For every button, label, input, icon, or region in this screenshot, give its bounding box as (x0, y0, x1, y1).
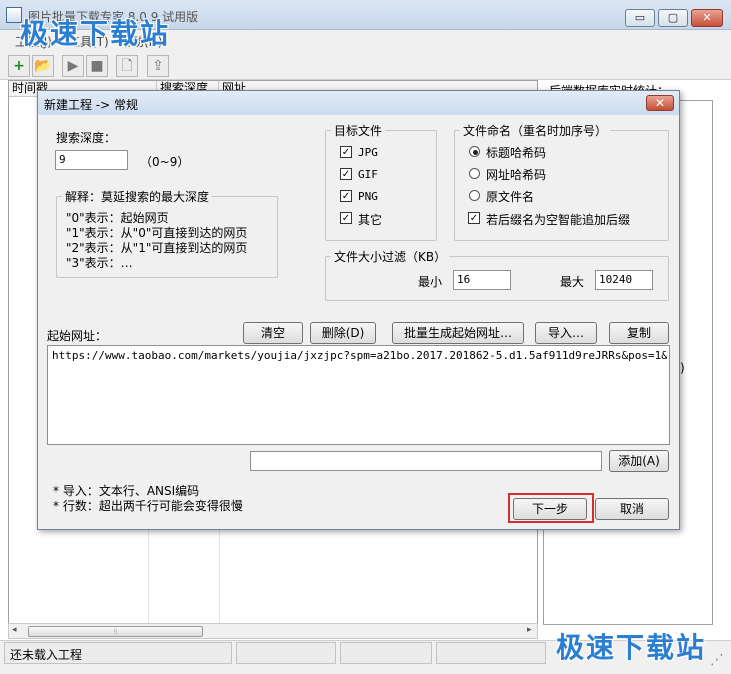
explain-title: 解释：莫延搜索的最大深度 (62, 188, 213, 205)
naming-option-label: 标题哈希码 (486, 146, 547, 160)
status-text: 还未载入工程 (10, 648, 83, 662)
naming-original-radio[interactable] (469, 190, 480, 201)
import-button[interactable]: 导入… (535, 322, 597, 344)
png-checkbox[interactable]: ✓ (340, 190, 352, 202)
size-filter-title: 文件大小过滤（KB） (331, 248, 450, 265)
start-url-label: 起始网址： (47, 329, 108, 343)
minimize-button[interactable]: ▭ (625, 9, 655, 27)
clear-button[interactable]: 清空 (243, 322, 303, 344)
close-button[interactable]: ✕ (691, 9, 723, 27)
dialog-close-button[interactable]: ✕ (646, 95, 674, 111)
target-files-title: 目标文件 (331, 122, 386, 139)
size-max-label: 最大 (560, 275, 585, 289)
naming-title-hash-radio[interactable] (469, 146, 480, 157)
stop-icon[interactable]: ■ (86, 55, 108, 77)
resize-grip-icon[interactable]: ⋰ (710, 652, 724, 668)
other-label: 其它 (358, 213, 383, 227)
scroll-left-icon[interactable]: ◂ (12, 625, 17, 635)
cancel-button[interactable]: 取消 (595, 498, 669, 520)
add-url-input[interactable] (250, 451, 602, 471)
depth-hint: （0~9） (140, 155, 190, 169)
append-suffix-label: 若后缀名为空智能追加后缀 (486, 213, 631, 227)
highlight-box (508, 493, 594, 523)
maximize-button[interactable]: ▢ (658, 9, 688, 27)
batch-generate-button[interactable]: 批量生成起始网址… (392, 322, 524, 344)
jpg-checkbox[interactable]: ✓ (340, 146, 352, 158)
depth-label: 搜索深度： (56, 131, 117, 145)
size-min-label: 最小 (418, 275, 443, 289)
status-pane (340, 642, 432, 664)
explain-line: "3"表示：… (66, 256, 133, 270)
naming-url-hash-radio[interactable] (469, 168, 480, 179)
line-count-note: * 行数：超出两千行可能会变得很慢 (53, 499, 243, 513)
naming-title: 文件命名（重名时加序号） (460, 122, 611, 139)
size-min-input[interactable]: 16 (453, 270, 511, 290)
add-button[interactable]: 添加(A) (609, 450, 669, 472)
size-max-input[interactable]: 10240 (595, 270, 653, 290)
status-pane (236, 642, 336, 664)
watermark-bottom: 极速下载站 (556, 631, 707, 664)
append-suffix-checkbox[interactable]: ✓ (468, 212, 480, 224)
play-icon[interactable]: ▶ (62, 55, 84, 77)
gif-checkbox[interactable]: ✓ (340, 168, 352, 180)
naming-option-label: 网址哈希码 (486, 168, 547, 182)
png-label: PNG (358, 190, 378, 203)
status-pane (436, 642, 546, 664)
stats-partial-text: ) (680, 361, 685, 375)
gif-label: GIF (358, 168, 378, 181)
copy-button[interactable]: 复制 (609, 322, 669, 344)
add-icon[interactable]: + (8, 55, 30, 77)
open-folder-icon[interactable]: 📂 (32, 55, 54, 77)
delete-button[interactable]: 删除(D) (310, 322, 376, 344)
other-checkbox[interactable]: ✓ (340, 212, 352, 224)
scroll-right-icon[interactable]: ▸ (527, 625, 532, 635)
settings-icon[interactable]: 🗋 (116, 55, 138, 77)
scroll-thumb[interactable]: ⦙⦙ (28, 626, 203, 637)
watermark-top: 极速下载站 (20, 17, 171, 50)
start-url-item[interactable]: https://www.taobao.com/markets/youjia/jx… (52, 349, 667, 362)
jpg-label: JPG (358, 146, 378, 159)
dialog-title: 新建工程 -> 常规 (44, 98, 139, 112)
toolbar (0, 52, 731, 80)
depth-input[interactable]: 9 (55, 150, 128, 170)
naming-option-label: 原文件名 (486, 190, 535, 204)
export-icon[interactable]: ⇪ (147, 55, 169, 77)
